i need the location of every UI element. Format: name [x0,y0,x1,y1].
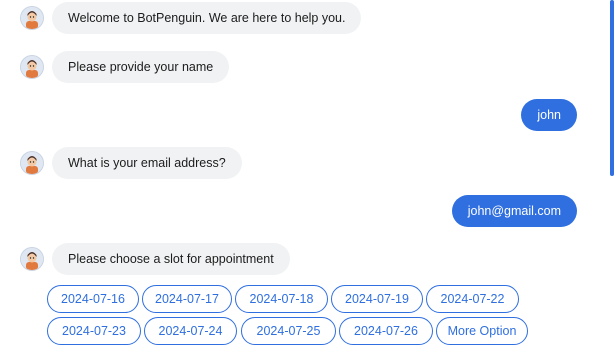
user-message-name: john [521,99,577,131]
bot-message-slot-prompt: Please choose a slot for appointment [52,243,290,275]
slot-button[interactable]: 2024-07-19 [331,285,423,313]
bot-message-email-prompt: What is your email address? [52,147,242,179]
scrollbar-thumb[interactable] [610,0,614,176]
slot-button[interactable]: 2024-07-17 [142,285,232,313]
bot-avatar-icon [20,247,44,271]
bot-avatar-icon [20,151,44,175]
more-options-button[interactable]: More Option [436,317,528,345]
scrollbar-track[interactable] [609,0,615,346]
slot-button[interactable]: 2024-07-26 [339,317,433,345]
bot-message-name-prompt: Please provide your name [52,51,230,83]
bot-avatar-icon [20,6,44,30]
slot-button[interactable]: 2024-07-22 [426,285,519,313]
bot-message-welcome: Welcome to BotPenguin. We are here to he… [52,2,362,34]
slot-button[interactable]: 2024-07-18 [235,285,328,313]
user-message-email: john@gmail.com [451,195,577,227]
chat-window: Welcome to BotPenguin. We are here to he… [0,0,615,346]
slot-button[interactable]: 2024-07-16 [47,285,139,313]
slot-button[interactable]: 2024-07-24 [144,317,237,345]
slot-button[interactable]: 2024-07-23 [47,317,141,345]
slot-button[interactable]: 2024-07-25 [241,317,336,345]
bot-avatar-icon [20,55,44,79]
